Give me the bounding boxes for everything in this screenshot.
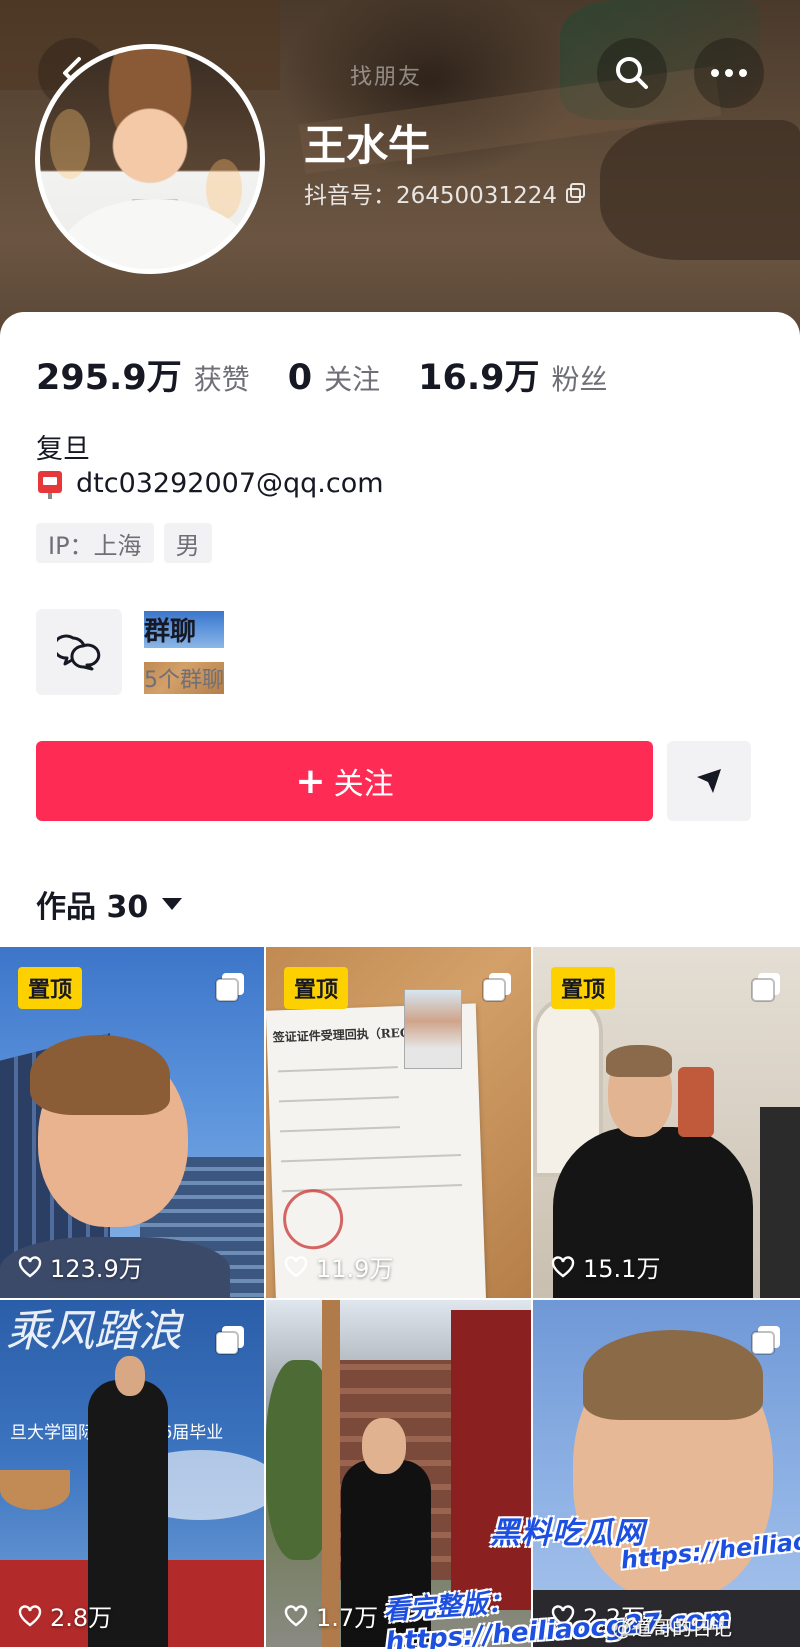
profile-stats: 295.9万 获赞 0 关注 16.9万 粉丝 bbox=[36, 349, 607, 400]
douyin-id[interactable]: 抖音号：26450031224 bbox=[304, 176, 587, 210]
heart-icon bbox=[18, 1604, 42, 1627]
send-arrow-icon bbox=[697, 769, 721, 793]
group-chat-entry[interactable]: 群聊 5个群聊 bbox=[36, 608, 536, 696]
multi-image-icon bbox=[215, 973, 244, 1002]
caret-down-icon bbox=[162, 898, 183, 910]
like-count: 11.9万 bbox=[284, 1249, 393, 1284]
email-text: dtc03292007@qq.com bbox=[76, 468, 384, 499]
chat-bubbles-icon bbox=[57, 634, 101, 671]
stat-followers[interactable]: 16.9万 粉丝 bbox=[418, 349, 607, 400]
like-count: 123.9万 bbox=[18, 1249, 143, 1284]
copy-icon[interactable] bbox=[565, 182, 587, 204]
like-count: 15.1万 bbox=[551, 1249, 660, 1284]
ip-location-tag: IP：上海 bbox=[36, 523, 154, 563]
plus-icon: + bbox=[295, 760, 326, 802]
search-button[interactable] bbox=[597, 38, 667, 108]
video-tile[interactable]: 乘风踏浪 旦大学国际文化2026届毕业 2.8万 bbox=[0, 1300, 266, 1649]
search-icon bbox=[616, 57, 648, 89]
find-friends-label[interactable]: 找朋友 bbox=[350, 55, 422, 95]
more-button[interactable] bbox=[694, 38, 764, 108]
heart-icon bbox=[284, 1604, 308, 1627]
follow-button[interactable]: + 关注 bbox=[36, 741, 653, 821]
group-chat-count: 5个群聊 bbox=[144, 661, 224, 694]
pinned-badge: 置顶 bbox=[551, 967, 616, 1009]
pinned-badge: 置顶 bbox=[284, 967, 349, 1009]
watermark-site-name: 黑料吃瓜网 bbox=[490, 1516, 645, 1551]
heart-icon bbox=[284, 1255, 308, 1278]
pinned-badge: 置顶 bbox=[18, 967, 83, 1009]
stat-likes[interactable]: 295.9万 获赞 bbox=[36, 349, 250, 400]
group-chat-title: 群聊 bbox=[144, 610, 224, 648]
multi-image-icon bbox=[751, 973, 780, 1002]
multi-image-icon bbox=[751, 1326, 780, 1355]
share-button[interactable] bbox=[667, 741, 751, 821]
profile-name: 王水牛 bbox=[304, 121, 431, 170]
gender-tag: 男 bbox=[163, 523, 212, 563]
heart-icon bbox=[551, 1255, 575, 1278]
multi-image-icon bbox=[215, 1326, 244, 1355]
event-banner-text: 乘风踏浪 bbox=[6, 1306, 182, 1357]
group-chat-icon-box bbox=[36, 609, 122, 695]
video-tile[interactable]: 签证证件受理回执（RECEIPT） 置顶 11.9万 bbox=[266, 947, 533, 1300]
group-chat-text: 群聊 5个群聊 bbox=[144, 610, 224, 694]
video-tile[interactable]: 置顶 15.1万 bbox=[533, 947, 800, 1300]
profile-tags: IP：上海 男 bbox=[36, 523, 212, 563]
multi-image-icon bbox=[482, 973, 511, 1002]
video-tile[interactable]: 置顶 123.9万 bbox=[0, 947, 266, 1300]
avatar[interactable] bbox=[35, 44, 265, 274]
works-tab[interactable]: 作品 30 bbox=[36, 882, 183, 926]
watermark-weibo: @道哥的日记 bbox=[612, 1616, 732, 1640]
more-dots-icon bbox=[711, 69, 747, 77]
email-row: dtc03292007@qq.com bbox=[36, 468, 384, 499]
stat-following[interactable]: 0 关注 bbox=[288, 358, 380, 398]
heart-icon bbox=[18, 1255, 42, 1278]
mailbox-icon bbox=[38, 470, 62, 499]
like-count: 1.7万 bbox=[284, 1598, 378, 1633]
like-count: 2.8万 bbox=[18, 1598, 112, 1633]
bio-text: 复旦 bbox=[36, 434, 90, 465]
